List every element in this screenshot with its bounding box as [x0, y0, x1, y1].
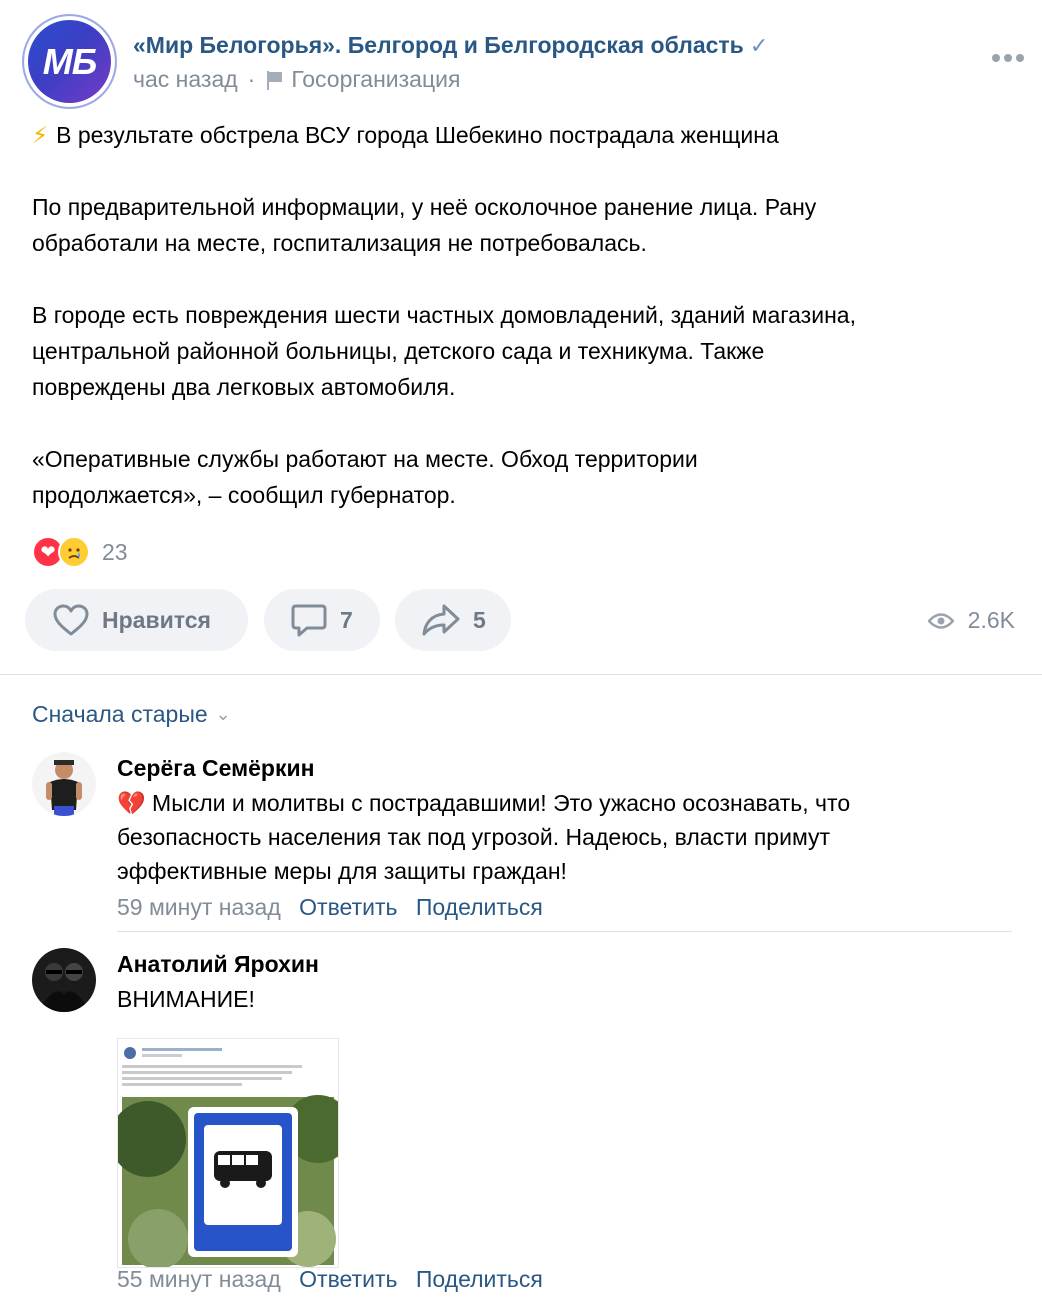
views-count: 2.6K — [967, 607, 1015, 633]
lightning-icon: ⚡ — [32, 122, 49, 148]
comment-line: Мысли и молитвы с пострадавшими! Это ужа… — [152, 790, 851, 816]
reactions-summary[interactable]: ❤ 23 — [32, 534, 128, 570]
comment-time[interactable]: 59 минут назад — [117, 894, 281, 920]
comment-line: эффективные меры для защиты граждан! — [117, 858, 567, 884]
comment-line: безопасность населения так под угрозой. … — [117, 824, 831, 850]
share-link[interactable]: Поделиться — [416, 894, 543, 920]
comment-icon — [291, 604, 327, 637]
meta-separator: · — [247, 66, 256, 92]
like-label: Нравится — [102, 606, 211, 633]
org-type-label[interactable]: Госорганизация — [291, 66, 460, 93]
group-name[interactable]: «Мир Белогорья». Белгород и Белгородская… — [133, 32, 744, 58]
post-paragraph-line: повреждены два легковых автомобиля. — [32, 374, 456, 400]
group-name-link[interactable]: «Мир Белогорья». Белгород и Белгородская… — [133, 32, 768, 59]
group-avatar[interactable]: МБ — [24, 16, 115, 107]
like-button[interactable]: Нравится — [25, 589, 248, 651]
comments-sort-dropdown[interactable]: Сначала старые ⌄ — [32, 701, 231, 728]
section-divider — [0, 674, 1042, 675]
post-paragraph-line: центральной районной больницы, детского … — [32, 338, 765, 364]
commenter-name[interactable]: Анатолий Ярохин — [117, 951, 319, 978]
post-paragraph-line: продолжается», – сообщил губернатор. — [32, 482, 456, 508]
comment-meta: 55 минут назад Ответить Поделиться — [117, 1266, 543, 1293]
commenter-avatar[interactable] — [32, 752, 96, 816]
post-paragraph-line: обработали на месте, госпитализация не п… — [32, 230, 647, 256]
post-paragraph-line: В городе есть повреждения шести частных … — [32, 302, 856, 328]
reply-link[interactable]: Ответить — [299, 1266, 397, 1292]
comment-button[interactable]: 7 — [264, 589, 380, 651]
broken-heart-icon: 💔 — [117, 790, 146, 816]
post-paragraph-line: «Оперативные службы работают на месте. О… — [32, 446, 698, 472]
post-header: МБ «Мир Белогорья». Белгород и Белгородс… — [24, 16, 1024, 108]
shares-count: 5 — [473, 606, 486, 633]
chevron-down-icon: ⌄ — [215, 704, 231, 724]
views-counter: 2.6K — [927, 607, 1015, 634]
more-options-icon[interactable] — [992, 54, 1024, 64]
comments-count: 7 — [340, 606, 353, 633]
post-meta: час назад · Госорганизация — [133, 66, 460, 93]
comment-text: ВНИМАНИЕ! — [117, 986, 255, 1012]
comment-divider — [117, 931, 1012, 932]
flag-icon — [265, 70, 283, 90]
commenter-avatar[interactable] — [32, 948, 96, 1012]
comment-item: Анатолий Ярохин ВНИМАНИЕ! 55 минут назад… — [32, 948, 1012, 1298]
eye-icon — [927, 612, 954, 629]
post-paragraph-line: По предварительной информации, у неё оск… — [32, 194, 817, 220]
share-arrow-icon — [422, 604, 460, 636]
share-button[interactable]: 5 — [395, 589, 511, 651]
post-actions: Нравится 7 5 2.6K — [25, 589, 1015, 651]
post-headline: В результате обстрела ВСУ города Шебекин… — [56, 122, 779, 148]
reactions-count: 23 — [102, 538, 128, 565]
post-text: ⚡ В результате обстрела ВСУ города Шебеки… — [32, 117, 1022, 513]
crying-face-reaction-icon — [58, 536, 90, 568]
comment-text: 💔 Мысли и молитвы с пострадавшими! Это у… — [117, 786, 1012, 888]
commenter-name[interactable]: Серёга Семёркин — [117, 755, 315, 782]
group-avatar-logo: МБ — [42, 40, 97, 82]
comment-time[interactable]: 55 минут назад — [117, 1266, 281, 1292]
reply-link[interactable]: Ответить — [299, 894, 397, 920]
attached-image[interactable] — [117, 1038, 339, 1268]
comment-item: Серёга Семёркин 💔 Мысли и молитвы с пост… — [32, 752, 1012, 932]
post-time[interactable]: час назад — [133, 66, 238, 93]
heart-outline-icon — [53, 604, 89, 636]
comment-meta: 59 минут назад Ответить Поделиться — [117, 894, 543, 921]
share-link[interactable]: Поделиться — [416, 1266, 543, 1292]
verified-check-icon: ✓ — [749, 33, 769, 58]
sort-label: Сначала старые — [32, 701, 208, 727]
